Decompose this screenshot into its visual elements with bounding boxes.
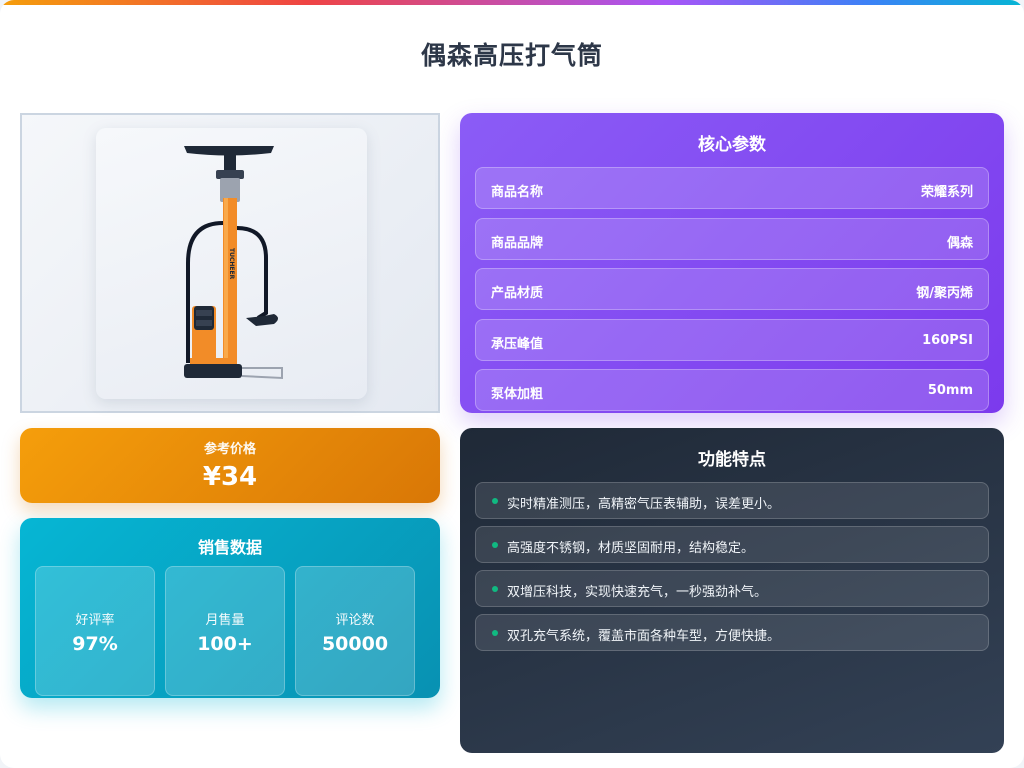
features-card: 功能特点 实时精准测压，高精密气压表辅助，误差更小。 高强度不锈钢，材质坚固耐用… — [460, 428, 1004, 753]
bullet-dot-icon — [492, 498, 498, 504]
param-row-pressure: 承压峰值 160PSI — [475, 319, 989, 361]
stat-value: 97% — [72, 633, 118, 655]
param-value: 钢/聚丙烯 — [916, 286, 973, 301]
stat-rating: 好评率 97% — [35, 566, 155, 696]
param-key: 承压峰值 — [491, 337, 544, 352]
stat-monthly-sales: 月售量 100+ — [165, 566, 285, 696]
param-key: 泵体加粗 — [491, 387, 544, 402]
param-row-brand: 商品品牌 偶森 — [475, 218, 989, 260]
core-params-card: 核心参数 商品名称 荣耀系列 商品品牌 偶森 产品材质 钢/聚丙烯 承压峰值 1… — [460, 113, 1004, 413]
feature-item: 高强度不锈钢，材质坚固耐用，结构稳定。 — [475, 526, 989, 563]
price-card: 参考价格 ¥34 — [20, 428, 440, 503]
params-title: 核心参数 — [698, 135, 766, 155]
svg-text:TUCHEER: TUCHEER — [228, 248, 235, 280]
price-label: 参考价格 — [203, 442, 256, 457]
param-row-name: 商品名称 荣耀系列 — [475, 167, 989, 209]
param-value: 偶森 — [946, 236, 973, 251]
bullet-dot-icon — [492, 542, 498, 548]
features-title: 功能特点 — [698, 450, 766, 470]
sales-card: 销售数据 好评率 97% 月售量 100+ 评论数 50000 — [20, 518, 440, 698]
page-title: 偶森高压打气筒 — [420, 41, 603, 70]
stat-label: 评论数 — [335, 613, 375, 628]
product-page: 偶森高压打气筒 TUCHEER 参考价格 ¥34 销售数据 好评率 97% 月售… — [0, 0, 1024, 768]
stat-label: 月售量 — [205, 613, 245, 628]
feature-item: 实时精准测压，高精密气压表辅助，误差更小。 — [475, 482, 989, 519]
sales-title: 销售数据 — [197, 538, 262, 557]
bullet-dot-icon — [492, 630, 498, 636]
product-image[interactable]: TUCHEER — [96, 128, 367, 399]
stat-value: 50000 — [321, 633, 389, 655]
feature-text: 高强度不锈钢，材质坚固耐用，结构稳定。 — [507, 541, 755, 556]
param-key: 商品品牌 — [491, 236, 544, 251]
gradient-top-bar — [0, 0, 1024, 5]
price-value: ¥34 — [202, 462, 258, 492]
param-row-material: 产品材质 钢/聚丙烯 — [475, 268, 989, 310]
bullet-dot-icon — [492, 586, 498, 592]
param-value: 荣耀系列 — [920, 185, 973, 200]
param-row-barrel: 泵体加粗 50mm — [475, 369, 989, 411]
param-value: 50mm — [927, 383, 973, 398]
stat-value: 100+ — [197, 633, 253, 655]
param-key: 产品材质 — [491, 286, 544, 301]
feature-item: 双增压科技，实现快速充气，一秒强劲补气。 — [475, 570, 989, 607]
product-image-panel: TUCHEER — [20, 113, 440, 413]
feature-text: 实时精准测压，高精密气压表辅助，误差更小。 — [507, 497, 781, 512]
param-value: 160PSI — [922, 333, 973, 348]
feature-text: 双孔充气系统，覆盖市面各种车型，方便快捷。 — [507, 629, 781, 644]
feature-item: 双孔充气系统，覆盖市面各种车型，方便快捷。 — [475, 614, 989, 651]
param-key: 商品名称 — [491, 185, 544, 200]
stat-reviews: 评论数 50000 — [295, 566, 415, 696]
bike-pump-icon: TUCHEER — [184, 146, 283, 380]
stat-label: 好评率 — [75, 613, 115, 628]
feature-text: 双增压科技，实现快速充气，一秒强劲补气。 — [507, 585, 768, 600]
